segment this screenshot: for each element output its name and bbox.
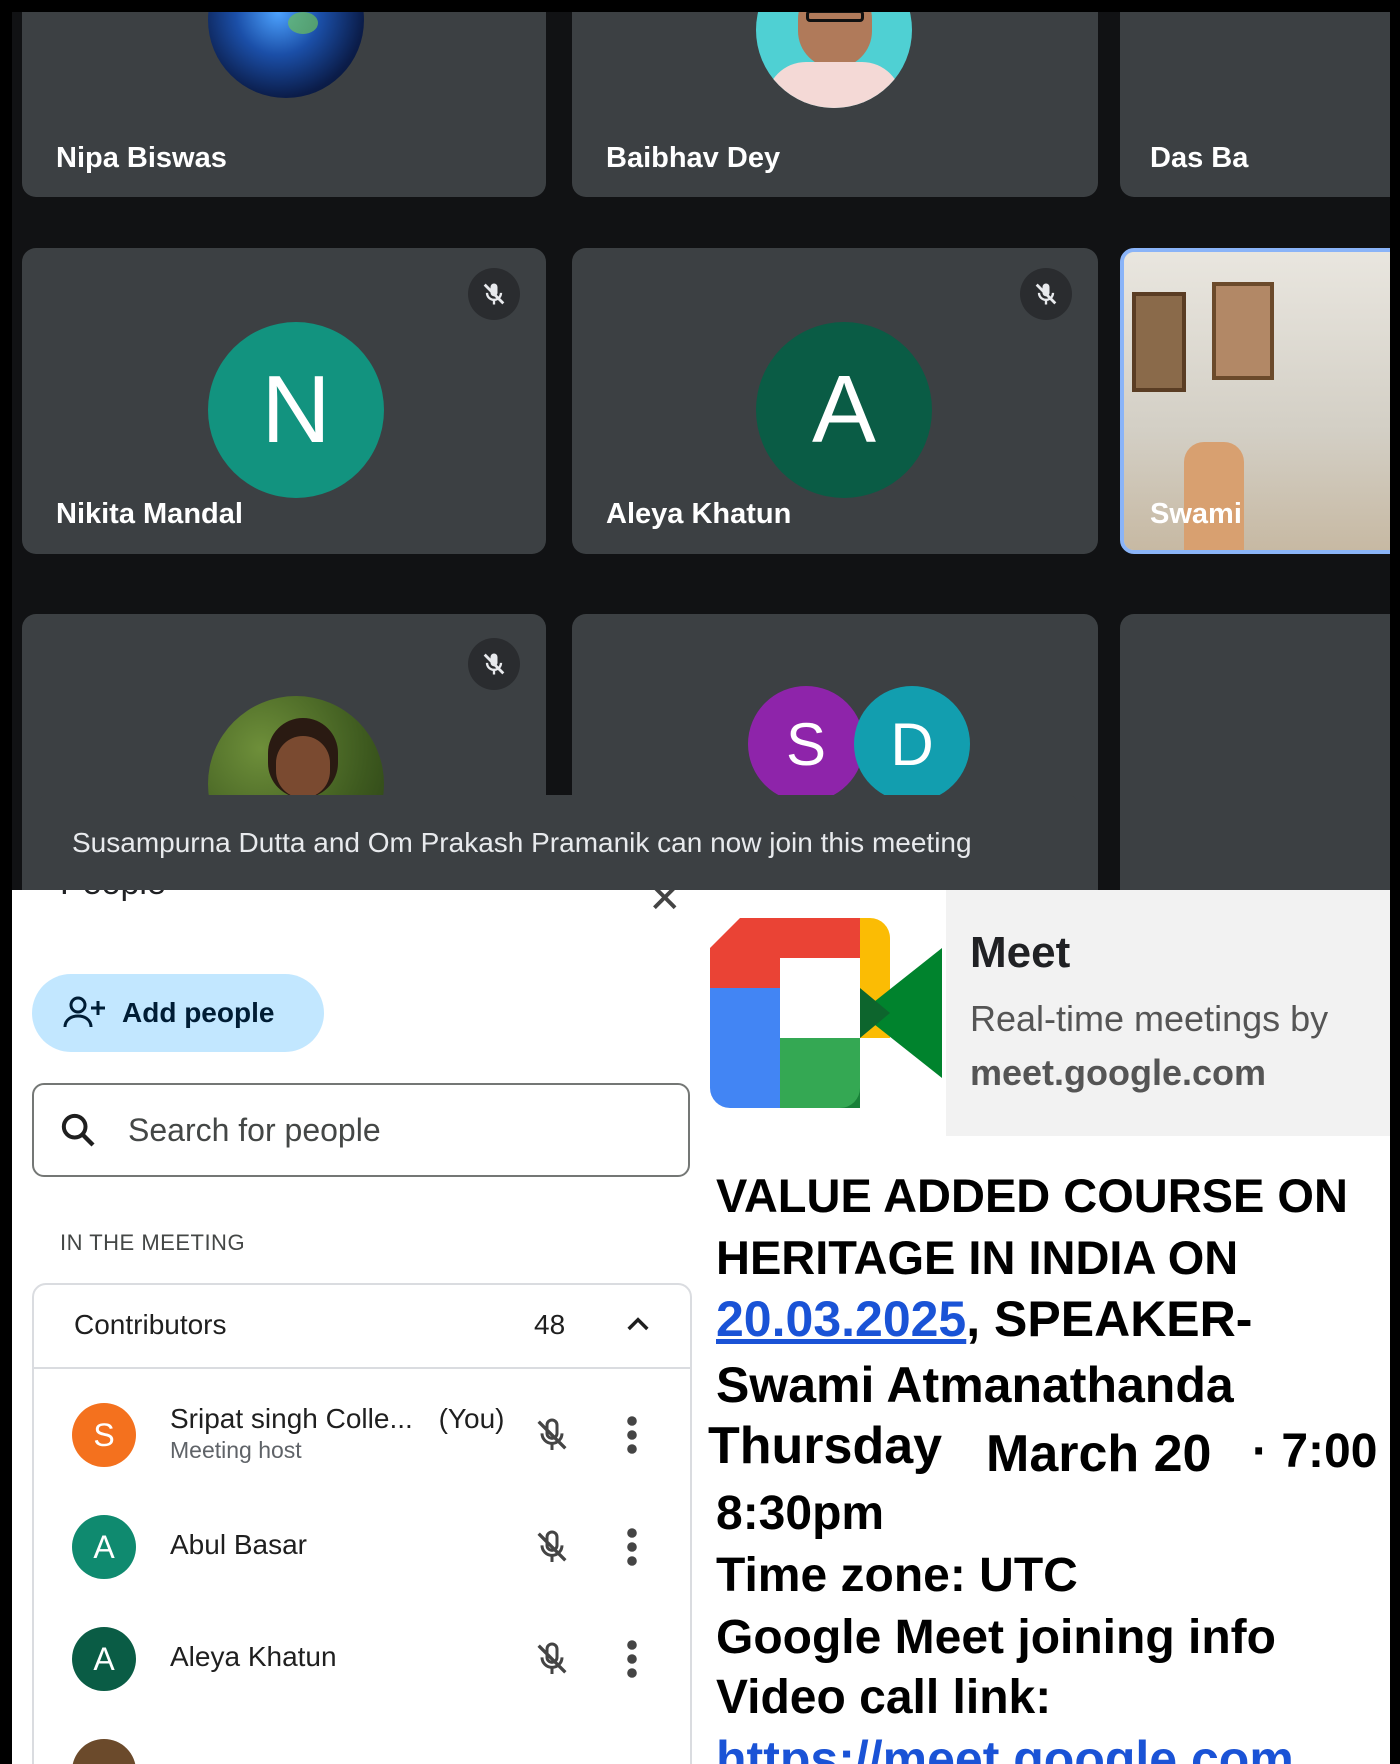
participant-tile[interactable]: Das Ba — [1120, 12, 1390, 197]
search-field[interactable]: Search for people — [32, 1083, 690, 1177]
earth-avatar — [208, 12, 364, 98]
participant-row[interactable]: A Abul Basar — [34, 1493, 690, 1605]
preview-domain: meet.google.com — [970, 1052, 1267, 1093]
participant-name: Aleya Khatun — [170, 1641, 337, 1672]
avatar-initial: A — [756, 322, 932, 498]
day-text: Thursday — [708, 1417, 943, 1475]
participant-avatar: A — [72, 1515, 136, 1579]
contributors-group: Contributors 48 S Sripat singh Colle... … — [32, 1283, 692, 1764]
participant-role: Meeting host — [170, 1437, 302, 1463]
more-vert-icon[interactable] — [626, 1415, 638, 1455]
participant-row[interactable]: A Aleya Khatun — [34, 1605, 690, 1717]
google-meet-logo — [710, 918, 942, 1108]
mic-off-icon — [468, 638, 520, 690]
mic-off-icon — [468, 268, 520, 320]
start-time: · 7:00 — [1252, 1425, 1378, 1478]
participant-row[interactable]: S Sripat singh Colle... (You) Meeting ho… — [34, 1381, 690, 1493]
join-info-heading: Google Meet joining info — [716, 1611, 1276, 1664]
participant-tile[interactable]: A Aleya Khatun — [572, 248, 1098, 554]
add-people-button[interactable]: Add people — [32, 974, 324, 1052]
date-text: March 20 — [986, 1425, 1212, 1483]
section-label: IN THE MEETING — [60, 1230, 246, 1255]
mic-off-icon[interactable] — [532, 1415, 572, 1455]
participant-row[interactable] — [34, 1717, 690, 1764]
participant-name: Swami — [1150, 498, 1242, 530]
participant-name: Aleya Khatun — [606, 498, 792, 530]
timezone-text: Time zone: UTC — [716, 1549, 1078, 1602]
meeting-grid: Nipa Biswas Baibhav Dey Das Ba N Nikita … — [12, 12, 1390, 890]
participant-name: Sripat singh Colle... (You) — [170, 1403, 505, 1434]
mic-off-icon[interactable] — [532, 1639, 572, 1679]
mic-off-icon[interactable] — [532, 1527, 572, 1567]
participant-name: Das Ba — [1150, 142, 1249, 174]
contributors-header[interactable]: Contributors 48 — [34, 1285, 690, 1369]
participant-tile[interactable]: Baibhav Dey — [572, 12, 1098, 197]
add-people-label: Add people — [122, 997, 275, 1028]
preview-title: Meet — [970, 928, 1071, 977]
video-link-label: Video call link: — [716, 1671, 1052, 1724]
poster-line: VALUE ADDED COURSE ON — [716, 1169, 1348, 1222]
participant-avatar — [72, 1739, 136, 1764]
mic-off-icon — [1020, 268, 1072, 320]
add-person-icon — [63, 996, 105, 1028]
participant-name: Nikita Mandal — [56, 498, 243, 530]
close-icon[interactable]: ✕ — [648, 890, 682, 922]
participant-name: Baibhav Dey — [606, 142, 781, 174]
end-time: 8:30pm — [716, 1487, 885, 1540]
group-count: 48 — [534, 1309, 566, 1340]
avatar-initial: S — [748, 686, 864, 802]
participant-name: Abul Basar — [170, 1529, 307, 1560]
more-vert-icon[interactable] — [626, 1527, 638, 1567]
profile-photo — [756, 12, 912, 108]
speaker-line: Swami Atmanathanda — [716, 1357, 1234, 1413]
more-vert-icon[interactable] — [626, 1639, 638, 1679]
participant-avatar: S — [72, 1403, 136, 1467]
date-link[interactable]: 20.03.2025 — [716, 1291, 966, 1347]
search-placeholder: Search for people — [128, 1111, 381, 1148]
participant-tile[interactable]: N Nikita Mandal — [22, 248, 546, 554]
active-speaker-tile[interactable]: Swami — [1120, 248, 1390, 554]
poster-line: 20.03.2025, SPEAKER- — [716, 1291, 1253, 1347]
avatar-initial: D — [854, 686, 970, 802]
meet-link-preview[interactable]: Meet Real-time meetings by meet.google.c… — [946, 890, 1390, 1136]
join-notification-toast: Susampurna Dutta and Om Prakash Pramanik… — [38, 795, 1078, 890]
search-icon — [61, 1113, 95, 1147]
video-call-link[interactable]: https://meet.google.com — [716, 1734, 1294, 1764]
event-poster: Meet Real-time meetings by meet.google.c… — [700, 890, 1390, 1764]
chevron-up-icon[interactable] — [622, 1309, 654, 1341]
poster-line: HERITAGE IN INDIA ON — [716, 1231, 1239, 1284]
people-panel: People ✕ Add people Search for people IN… — [12, 890, 700, 1764]
screenshot-frame: Nipa Biswas Baibhav Dey Das Ba N Nikita … — [0, 0, 1400, 1764]
panel-title: People — [60, 890, 166, 903]
participant-name: Nipa Biswas — [56, 142, 227, 174]
participant-tile[interactable]: Nipa Biswas — [22, 12, 546, 197]
group-label: Contributors — [74, 1309, 227, 1340]
preview-subtitle: Real-time meetings by — [970, 998, 1329, 1039]
participant-tile[interactable] — [1120, 614, 1390, 890]
avatar-initial: N — [208, 322, 384, 498]
participant-avatar: A — [72, 1627, 136, 1691]
